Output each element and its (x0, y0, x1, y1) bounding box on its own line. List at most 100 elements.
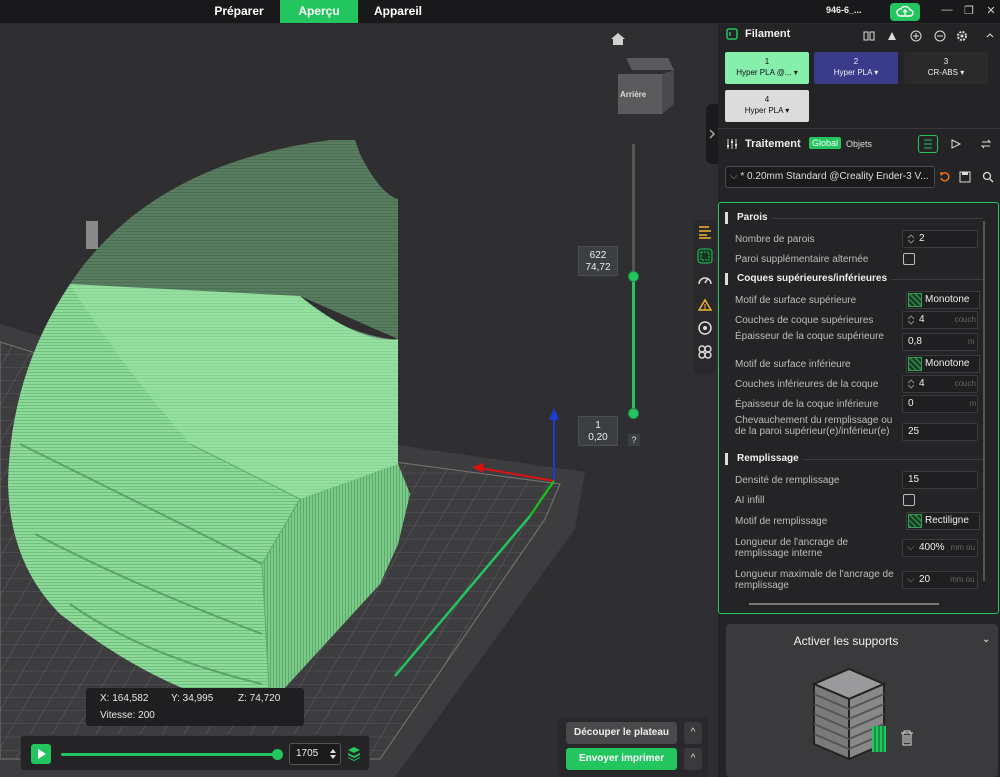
support-card[interactable]: Activer les supports ⌄ (726, 624, 998, 777)
flush-icon[interactable] (886, 30, 898, 42)
settings-panel: Filament 1 Hyper PLA @... ▾ 2 Hyper PLA … (718, 24, 1000, 777)
filament-slot-index: 3 (943, 57, 949, 66)
3d-viewport[interactable]: Arrière 622 74,72 1 0,20 ? X: 164,582 Y:… (0, 24, 718, 777)
bottom-thickness-value: 0 (908, 398, 914, 409)
view-cube[interactable]: Arrière (612, 54, 676, 116)
remove-filament-icon[interactable] (934, 30, 946, 42)
chevron-down-icon[interactable]: ⌄ (982, 634, 990, 645)
process-title: Traitement (745, 138, 801, 150)
infill-pattern-select[interactable]: Rectiligne (906, 512, 980, 530)
chevron-right-icon (709, 129, 716, 139)
coord-z: Z: 74,720 (238, 693, 281, 704)
layer-slider-bottom-handle[interactable] (628, 408, 639, 419)
minimize-icon[interactable]: — (940, 4, 954, 16)
filament-slot-2[interactable]: 2 Hyper PLA ▾ (814, 52, 898, 84)
filament-slot-1[interactable]: 1 Hyper PLA @... ▾ (725, 52, 809, 84)
bottom-pattern-label: Motif de surface inférieure (735, 359, 851, 370)
restore-icon[interactable]: ❐ (962, 4, 976, 17)
coord-y: Y: 34,995 (171, 693, 214, 704)
shells-group-title: Coques supérieures/inférieures (737, 273, 888, 284)
cloud-upload-icon (896, 5, 914, 17)
close-icon[interactable]: ✕ (984, 4, 998, 17)
top-thickness-unit: m (967, 337, 975, 346)
enable-supports-title: Activer les supports (793, 634, 899, 648)
search-icon[interactable] (982, 171, 994, 183)
cloud-upload-button[interactable] (890, 3, 920, 21)
layer-help-button[interactable]: ? (628, 434, 640, 446)
bottom-pattern-select[interactable]: Monotone (906, 355, 980, 373)
ai-infill-checkbox[interactable] (903, 494, 915, 506)
bottom-thickness-input[interactable]: 0m (902, 395, 978, 413)
filament-slot-name: Hyper PLA ▾ (833, 68, 879, 77)
alternate-wall-checkbox[interactable] (903, 253, 915, 265)
swap-icon[interactable] (980, 138, 992, 150)
infill-wall-overlap-label: Chevauchement du remplissage ou de la pa… (735, 415, 893, 437)
horizontal-scrollbar[interactable] (749, 603, 939, 605)
vertical-scrollbar[interactable] (983, 221, 985, 581)
bottom-layers-input[interactable]: 4 couch (902, 375, 978, 393)
layer-slider-top-handle[interactable] (628, 271, 639, 282)
wall-count-input[interactable]: 2 (902, 230, 978, 248)
slice-print-panel: Découper le plateau Envoyer imprimer ^ ^ (558, 717, 708, 777)
wall-count-label: Nombre de parois (735, 234, 815, 245)
infill-pattern-label: Motif de remplissage (735, 516, 828, 527)
infill-wall-overlap-input[interactable]: 25 (902, 423, 978, 441)
others-icon[interactable] (697, 344, 713, 360)
infill-density-input[interactable]: 15 (902, 471, 978, 489)
support-icon[interactable] (697, 296, 713, 312)
process-sliders-icon (727, 139, 737, 149)
filament-slot-4[interactable]: 4 Hyper PLA ▾ (725, 90, 809, 122)
global-toggle[interactable]: Global (809, 137, 842, 149)
home-icon[interactable] (610, 32, 626, 46)
infill-pattern-value: Rectiligne (925, 515, 969, 526)
walls-group-title: Parois (737, 212, 768, 223)
chevron-down-icon: ⌵ (907, 542, 915, 553)
reset-icon[interactable] (939, 171, 951, 183)
infill-anchor-input[interactable]: ⌵ 400% mm ou (902, 539, 978, 557)
send-print-button[interactable]: Envoyer imprimer (566, 748, 677, 770)
filament-settings-icon[interactable] (956, 30, 968, 42)
collapse-filament-icon[interactable] (984, 30, 996, 42)
add-filament-icon[interactable] (910, 30, 922, 42)
layers-icon[interactable] (347, 746, 361, 762)
list-icon (924, 139, 932, 149)
bottom-pattern-value: Monotone (925, 358, 970, 369)
filament-slot-3[interactable]: 3 CR-ABS ▾ (904, 52, 988, 84)
top-layers-unit: couch (954, 315, 976, 324)
slice-plate-button[interactable]: Découper le plateau (566, 722, 677, 744)
top-layer-number: 622 (589, 250, 607, 261)
chevron-down-icon: ⌵ (907, 574, 915, 585)
advanced-view-button[interactable] (918, 135, 938, 153)
strength-icon[interactable] (697, 248, 713, 264)
play-button[interactable] (31, 744, 51, 764)
quality-icon[interactable] (697, 224, 713, 240)
top-pattern-select[interactable]: Monotone (906, 291, 980, 309)
slice-options-caret[interactable]: ^ (684, 722, 702, 744)
trash-icon[interactable] (900, 730, 914, 746)
playback-bar: 1705 (20, 735, 370, 771)
process-preset-select[interactable]: ⌵ * 0.20mm Standard @Creality Ender-3 V.… (725, 166, 935, 188)
bottom-layer-height: 0,20 (588, 432, 608, 443)
stepper-icon (907, 315, 915, 325)
tab-preview[interactable]: Aperçu (280, 0, 358, 23)
top-thickness-input[interactable]: 0,8 m (902, 333, 978, 351)
infill-anchor-max-input[interactable]: ⌵ 20 mm ou (902, 571, 978, 589)
tab-device[interactable]: Appareil (366, 0, 430, 23)
bottom-layer-number: 1 (595, 420, 601, 431)
print-options-caret[interactable]: ^ (684, 748, 702, 770)
compare-icon[interactable] (950, 138, 962, 150)
multimaterial-icon[interactable] (697, 320, 713, 336)
sync-filament-icon[interactable] (863, 30, 875, 42)
infill-density-value: 15 (908, 474, 920, 485)
speed-icon[interactable] (697, 272, 713, 288)
save-icon[interactable] (959, 171, 971, 183)
frame-stepper-icon[interactable] (329, 747, 337, 761)
bottom-layers-label: Couches inférieures de la coque (735, 379, 879, 390)
playback-slider-handle[interactable] (272, 749, 283, 760)
playback-slider[interactable] (61, 753, 279, 756)
objects-toggle[interactable]: Objets (846, 139, 872, 149)
panel-collapse-handle[interactable] (706, 104, 718, 164)
tab-prepare[interactable]: Préparer (205, 0, 273, 23)
top-layers-input[interactable]: 4 couch (902, 311, 978, 329)
process-settings-list: Parois Nombre de parois 2 Paroi suppléme… (718, 202, 999, 614)
